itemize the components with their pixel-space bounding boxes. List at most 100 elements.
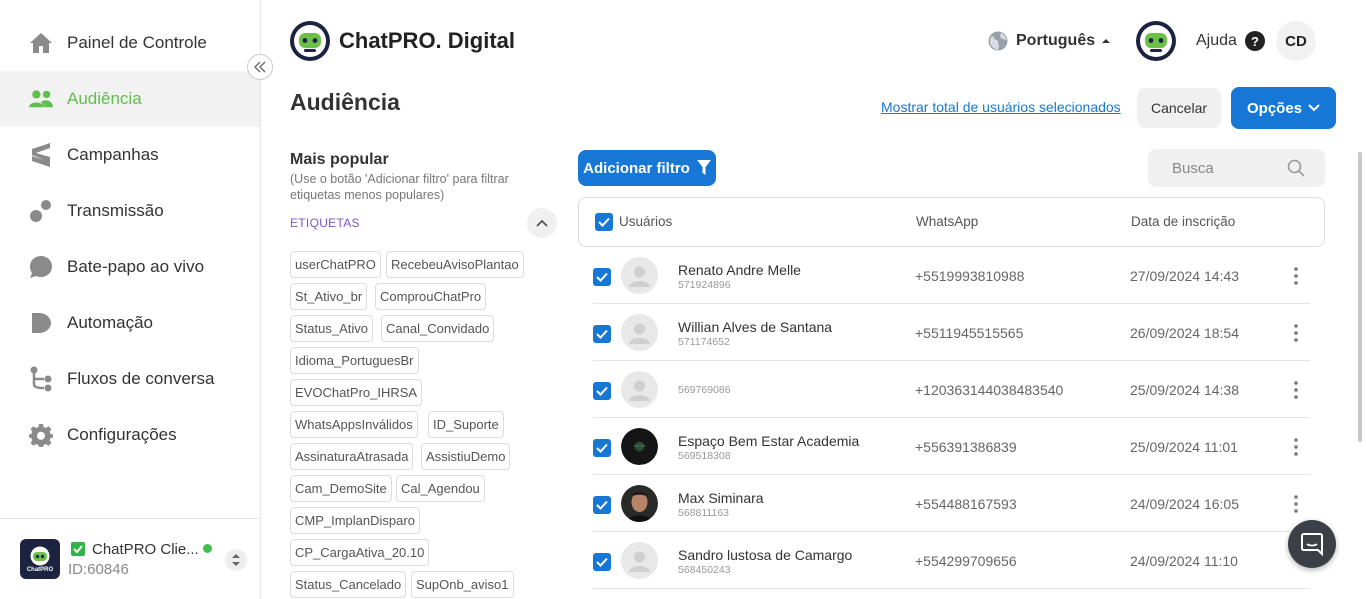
table-row[interactable]: Sandro lustosa de Camargo 568450243 +554… xyxy=(593,532,1310,589)
user-phone: +5511945515565 xyxy=(915,325,1024,341)
search-box xyxy=(1148,149,1325,187)
sidebar-item-transmissao[interactable]: Transmissão xyxy=(0,183,260,239)
people-icon xyxy=(29,87,53,111)
subscription-date: 25/09/2024 14:38 xyxy=(1130,382,1239,398)
tag-chip[interactable]: Cam_DemoSite xyxy=(290,475,392,502)
sidebar-item-campanhas[interactable]: Campanhas xyxy=(0,127,260,183)
check-icon xyxy=(596,272,608,282)
user-id: 569518308 xyxy=(678,450,731,462)
add-filter-label: Adicionar filtro xyxy=(583,159,690,177)
question-icon: ? xyxy=(1244,31,1265,51)
user-id: 569769086 xyxy=(678,384,731,396)
table-row[interactable]: Willian Alves de Santana 571174652 +5511… xyxy=(593,304,1310,361)
row-checkbox[interactable] xyxy=(593,268,611,286)
show-selected-total-link[interactable]: Mostrar total de usuários selecionados xyxy=(881,99,1121,115)
support-chat-button[interactable] xyxy=(1288,520,1336,568)
collapse-sidebar-button[interactable] xyxy=(247,54,273,80)
sidebar-item-label: Audiência xyxy=(67,89,142,108)
more-vertical-icon[interactable] xyxy=(1286,264,1306,288)
scrollbar[interactable] xyxy=(1358,152,1362,442)
bot-avatar-icon[interactable] xyxy=(1136,21,1176,61)
chat-icon xyxy=(1301,533,1323,556)
tag-chip[interactable]: userChatPRO xyxy=(290,251,381,278)
tag-chip[interactable]: Status_Cancelado xyxy=(290,571,407,598)
tag-chip[interactable]: AssistiuDemo xyxy=(421,443,511,470)
subscription-date: 26/09/2024 18:54 xyxy=(1130,325,1239,341)
popular-title: Mais popular xyxy=(290,151,389,168)
select-all-checkbox[interactable] xyxy=(595,213,613,231)
add-filter-button[interactable]: Adicionar filtro xyxy=(578,150,716,186)
search-input[interactable] xyxy=(1172,159,1287,177)
user-avatar-icon xyxy=(621,371,658,408)
brand-logo-icon xyxy=(290,21,330,61)
tag-chip[interactable]: Cal_Agendou xyxy=(396,475,485,502)
chevron-up-icon xyxy=(536,219,548,227)
table-row[interactable]: Max Siminara 568811163 +554488167593 24/… xyxy=(593,475,1310,532)
chat-bubble-icon xyxy=(29,255,53,279)
tag-chip[interactable]: WhatsAppsInválidos xyxy=(290,411,418,438)
user-avatar[interactable]: CD xyxy=(1276,21,1316,61)
user-name: Willian Alves de Santana xyxy=(678,319,833,335)
sidebar-item-label: Painel de Controle xyxy=(67,33,207,52)
row-checkbox[interactable] xyxy=(593,325,611,343)
table-row[interactable]: 569769086 +120363144038483540 25/09/2024… xyxy=(593,361,1310,418)
table-row[interactable]: Espaço Bem Estar Academia 569518308 +556… xyxy=(593,418,1310,475)
up-down-chevron-icon[interactable] xyxy=(225,549,247,571)
search-icon[interactable] xyxy=(1287,159,1305,177)
options-label: Opções xyxy=(1246,99,1303,117)
sidebar-item-label: Campanhas xyxy=(67,145,159,164)
tag-chip[interactable]: RecebeuAvisoPlantao xyxy=(386,251,524,278)
subscription-date: 27/09/2024 14:43 xyxy=(1130,268,1239,284)
column-header-date[interactable]: Data de inscrição xyxy=(1131,214,1235,229)
more-vertical-icon[interactable] xyxy=(1286,435,1306,459)
help-label: Ajuda xyxy=(1196,32,1237,49)
tag-chip[interactable]: Idioma_PortuguesBr xyxy=(290,347,419,374)
check-icon xyxy=(596,443,608,453)
account-logo-text: ChatPRO xyxy=(26,566,54,573)
user-avatar-icon xyxy=(621,257,658,294)
automation-icon xyxy=(29,311,53,335)
caret-up-icon xyxy=(1102,39,1111,43)
language-selector[interactable]: Português xyxy=(988,31,1111,51)
more-vertical-icon[interactable] xyxy=(1286,378,1306,402)
user-id: 568450243 xyxy=(678,564,731,576)
row-checkbox[interactable] xyxy=(593,382,611,400)
cancel-button[interactable]: Cancelar xyxy=(1137,88,1221,128)
tag-chip[interactable]: AssinaturaAtrasada xyxy=(290,443,414,470)
help-button[interactable]: Ajuda ? xyxy=(1196,31,1265,51)
tag-chip[interactable]: ComprouChatPro xyxy=(375,283,487,310)
tag-chip[interactable]: SupOnb_aviso1 xyxy=(411,571,514,598)
tag-chip[interactable]: EVOChatPro_IHRSA xyxy=(290,379,423,406)
sidebar-item-configuracoes[interactable]: Configurações xyxy=(0,407,260,463)
home-icon xyxy=(29,31,53,55)
globe-icon xyxy=(988,31,1008,51)
more-vertical-icon[interactable] xyxy=(1286,321,1306,345)
sidebar-item-fluxos[interactable]: Fluxos de conversa xyxy=(0,351,260,407)
user-phone: +5519993810988 xyxy=(915,268,1025,284)
sidebar-item-painel[interactable]: Painel de Controle xyxy=(0,15,260,71)
tag-chip[interactable]: Canal_Convidado xyxy=(381,315,495,342)
whatsapp-check-icon xyxy=(71,542,85,556)
campaign-icon xyxy=(29,143,53,167)
gear-icon xyxy=(29,423,53,447)
account-switcher[interactable]: ChatPRO ChatPRO Clie... ID:60846 xyxy=(0,518,260,599)
row-checkbox[interactable] xyxy=(593,553,611,571)
check-icon xyxy=(596,386,608,396)
sidebar-item-label: Configurações xyxy=(67,425,177,444)
subscription-date: 25/09/2024 11:01 xyxy=(1130,439,1238,455)
tag-chip[interactable]: CMP_ImplanDisparo xyxy=(290,507,420,534)
sidebar-item-bate-papo[interactable]: Bate-papo ao vivo xyxy=(0,239,260,295)
tag-chip[interactable]: CP_CargaAtiva_20.10 xyxy=(290,539,430,566)
collapse-tags-button[interactable] xyxy=(527,208,557,238)
more-vertical-icon[interactable] xyxy=(1286,492,1306,516)
table-row[interactable]: Renato Andre Melle 571924896 +5519993810… xyxy=(593,247,1310,304)
tag-chip[interactable]: Status_Ativo xyxy=(290,315,373,342)
tag-chip[interactable]: St_Ativo_br xyxy=(290,283,368,310)
sidebar-item-automacao[interactable]: Automação xyxy=(0,295,260,351)
options-button[interactable]: Opções xyxy=(1231,87,1336,129)
user-phone: +120363144038483540 xyxy=(915,382,1064,398)
tag-chip[interactable]: ID_Suporte xyxy=(428,411,504,438)
sidebar-item-audiencia[interactable]: Audiência xyxy=(0,71,260,127)
row-checkbox[interactable] xyxy=(593,496,611,514)
row-checkbox[interactable] xyxy=(593,439,611,457)
